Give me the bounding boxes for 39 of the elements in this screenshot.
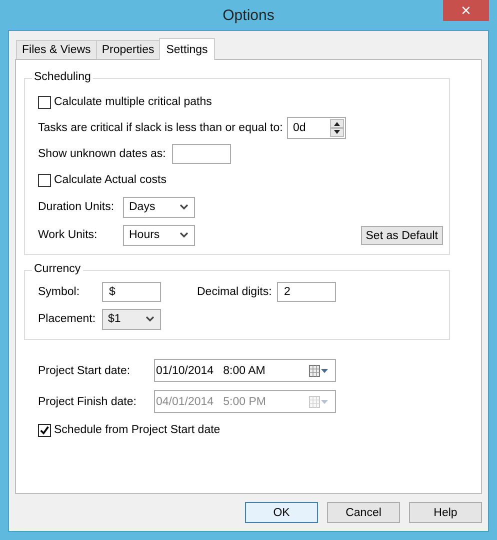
tab[interactable]: Properties: [96, 40, 160, 59]
window-title: Options: [222, 6, 274, 24]
field-label: Project Finish date:: [38, 396, 138, 408]
field-label: Work Units:: [38, 229, 98, 241]
group-title: Scheduling: [32, 71, 93, 83]
spin-buttons[interactable]: [330, 119, 344, 137]
date-picker[interactable]: 01/10/2014 8:00 AM: [154, 359, 336, 382]
dialog-button[interactable]: OK: [245, 502, 318, 523]
checkbox-label[interactable]: Calculate multiple critical paths: [54, 96, 212, 108]
field-label: Decimal digits:: [197, 286, 273, 298]
input-field[interactable]: [172, 144, 231, 164]
checkbox[interactable]: [38, 424, 51, 436]
field-label: Show unknown dates as:: [38, 148, 167, 160]
checkbox-label[interactable]: Calculate Actual costs: [54, 174, 167, 186]
tab[interactable]: Files & Views: [16, 40, 97, 59]
calendar-icon[interactable]: [309, 364, 329, 376]
dialog-button[interactable]: Cancel: [327, 502, 400, 523]
tab[interactable]: Settings: [159, 38, 215, 60]
field-label: Symbol:: [38, 286, 81, 298]
checkbox[interactable]: [38, 96, 51, 108]
dropdown[interactable]: $1: [102, 308, 161, 330]
dropdown[interactable]: Hours: [123, 224, 195, 246]
chevron-icon: [180, 204, 188, 210]
chevron-icon: [146, 316, 154, 322]
field-label: Duration Units:: [38, 201, 116, 213]
dialog-button[interactable]: Help: [409, 502, 482, 523]
input-field[interactable]: $: [102, 282, 161, 302]
field-label: Tasks are critical if slack is less than or equal to:: [38, 122, 283, 134]
field-label: Project Start date:: [38, 364, 132, 376]
close-button[interactable]: ×: [443, 0, 489, 21]
checkbox-label[interactable]: Schedule from Project Start date: [54, 424, 220, 436]
field-label: Placement:: [38, 313, 97, 325]
input-field[interactable]: 2: [277, 282, 336, 302]
spinner-field[interactable]: 0d: [287, 117, 346, 139]
set-default-button[interactable]: Set as Default: [360, 226, 443, 245]
chevron-icon: [180, 232, 188, 238]
checkbox[interactable]: [38, 174, 51, 186]
dropdown[interactable]: Days: [123, 196, 195, 218]
group-title: Currency: [32, 263, 83, 275]
